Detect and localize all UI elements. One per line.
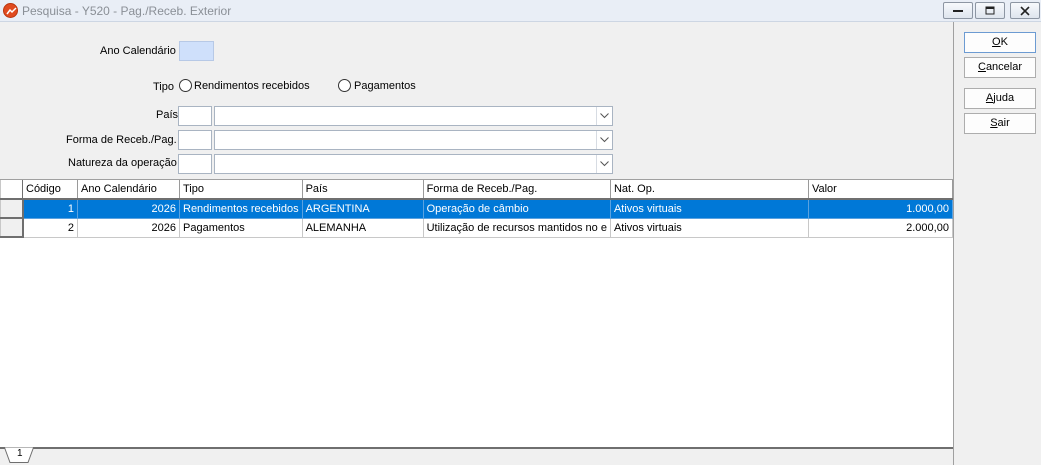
column-header-codigo[interactable]: Código [22,180,78,200]
radio-pagamentos[interactable] [338,79,351,92]
radio-rendimentos-label: Rendimentos recebidos [194,80,310,92]
results-table: Código Ano Calendário Tipo País Forma de… [0,180,953,238]
results-grid: Código Ano Calendário Tipo País Forma de… [0,179,953,447]
app-logo-icon [3,3,18,18]
ano-calendario-label: Ano Calendário [100,45,176,57]
column-header-valor[interactable]: Valor [807,180,953,200]
cell-valor[interactable]: 2.000,00 [807,217,953,238]
column-header-nat-op[interactable]: Nat. Op. [609,180,809,200]
close-icon[interactable] [1010,2,1040,19]
cell-forma[interactable]: Operação de câmbio [422,198,611,219]
title-bar: Pesquisa - Y520 - Pag./Receb. Exterior [0,0,1041,22]
column-header-ano[interactable]: Ano Calendário [77,180,180,200]
cell-codigo[interactable]: 1 [22,198,78,219]
natureza-select[interactable] [214,154,613,174]
cell-pais[interactable]: ALEMANHA [301,217,424,238]
page-tab-1[interactable]: 1 [4,447,34,463]
page-tab-1-label: 1 [17,448,23,459]
pais-select[interactable] [214,106,613,126]
tipo-label: Tipo [153,81,174,93]
grid-corner [0,180,23,200]
ano-calendario-input[interactable] [179,41,214,61]
radio-pagamentos-label: Pagamentos [354,80,416,92]
forma-label: Forma de Receb./Pag. [66,134,177,146]
natureza-label: Natureza da operação [68,157,177,169]
cell-tipo[interactable]: Rendimentos recebidos [179,198,303,219]
chevron-down-icon[interactable] [596,107,612,125]
row-indicator[interactable] [0,198,24,219]
table-row[interactable]: 2 2026 Pagamentos ALEMANHA Utilização de… [0,217,953,238]
radio-rendimentos-recebidos[interactable] [179,79,192,92]
cell-codigo[interactable]: 2 [22,217,78,238]
cancel-button[interactable]: Cancelar [964,57,1036,78]
action-panel: OK Cancelar Ajuda Sair [953,22,1041,465]
cell-valor[interactable]: 1.000,00 [807,198,953,219]
window-title: Pesquisa - Y520 - Pag./Receb. Exterior [22,4,232,18]
maximize-icon[interactable] [975,2,1005,19]
page-tab-strip: 1 [0,447,953,465]
cell-ano[interactable]: 2026 [77,217,180,238]
column-header-forma[interactable]: Forma de Receb./Pag. [422,180,611,200]
pais-label: País [156,109,179,121]
column-header-tipo[interactable]: Tipo [179,180,303,200]
search-form: Ano Calendário Tipo Rendimentos recebido… [0,22,953,179]
column-header-pais[interactable]: País [301,180,424,200]
cell-forma[interactable]: Utilização de recursos mantidos no e [422,217,611,238]
cell-nat-op[interactable]: Ativos virtuais [609,217,809,238]
grid-header-row: Código Ano Calendário Tipo País Forma de… [0,180,953,200]
help-button[interactable]: Ajuda [964,88,1036,109]
chevron-down-icon[interactable] [596,131,612,149]
forma-code-input[interactable] [178,130,212,150]
minimize-icon[interactable] [943,2,973,19]
chevron-down-icon[interactable] [596,155,612,173]
natureza-code-input[interactable] [178,154,212,174]
cell-pais[interactable]: ARGENTINA [301,198,424,219]
exit-button[interactable]: Sair [964,113,1036,134]
pais-code-input[interactable] [178,106,212,126]
row-indicator[interactable] [0,217,24,238]
table-row[interactable]: 1 2026 Rendimentos recebidos ARGENTINA O… [0,198,953,219]
forma-select[interactable] [214,130,613,150]
ok-button[interactable]: OK [964,32,1036,53]
cell-nat-op[interactable]: Ativos virtuais [609,198,809,219]
cell-tipo[interactable]: Pagamentos [179,217,303,238]
cell-ano[interactable]: 2026 [77,198,180,219]
